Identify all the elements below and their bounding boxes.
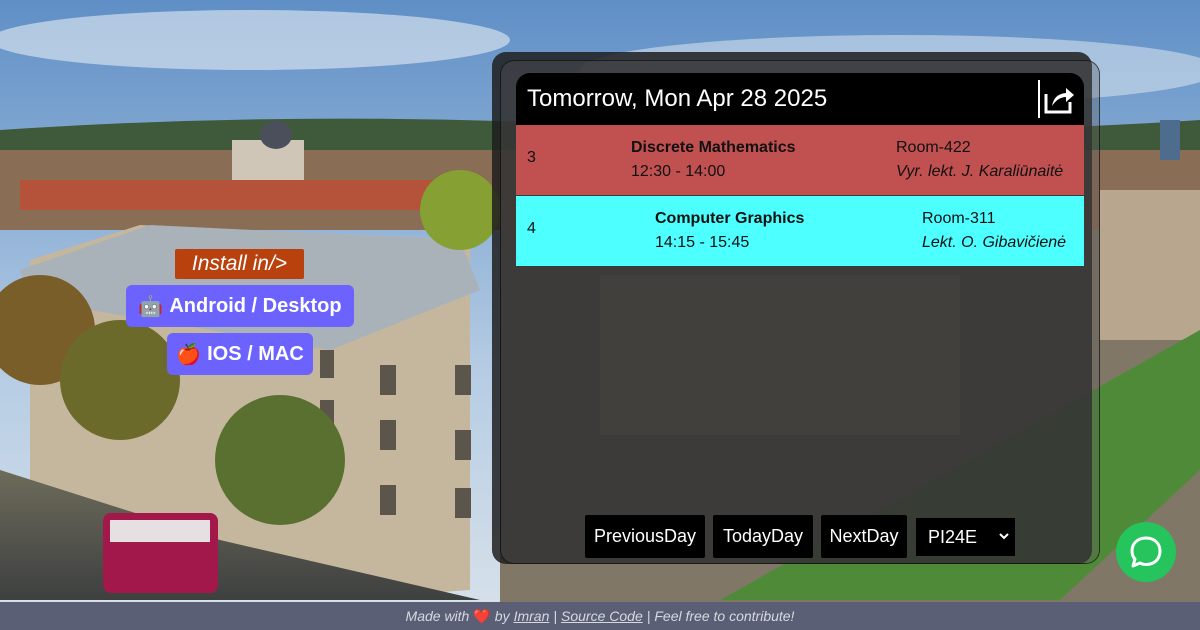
- lesson-number: 3: [527, 149, 536, 166]
- share-button[interactable]: [1038, 80, 1076, 118]
- author-link[interactable]: Imran: [514, 608, 550, 624]
- footer: Made with ❤️ by Imran | Source Code | Fe…: [0, 602, 1200, 630]
- install-ios-mac-button[interactable]: 🍎 IOS / MAC: [167, 333, 313, 375]
- footer-by: by: [494, 608, 510, 624]
- lesson-title: Discrete Mathematics: [631, 139, 796, 156]
- footer-contribute: Feel free to contribute!: [654, 608, 795, 624]
- footer-separator: |: [646, 608, 651, 624]
- lesson-teacher: Lekt. O. Gibavičienė: [922, 234, 1067, 251]
- day-title: Tomorrow, Mon Apr 28 2025: [527, 85, 828, 112]
- group-select-value: PI24E: [928, 526, 978, 547]
- chat-button[interactable]: [1116, 522, 1176, 582]
- install-ios-label: IOS / MAC: [207, 342, 304, 365]
- lesson-room: Room-311: [922, 210, 996, 227]
- lesson-row: 3 Discrete Mathematics 12:30 - 14:00 Roo…: [516, 125, 1084, 195]
- footer-separator: |: [553, 608, 558, 624]
- apple-icon: 🍎: [176, 343, 202, 366]
- previous-day-button[interactable]: PreviousDay: [585, 515, 705, 558]
- lesson-room: Room-422: [896, 139, 971, 156]
- lesson-title: Computer Graphics: [655, 210, 805, 227]
- footer-made-with: Made with: [405, 608, 470, 624]
- lesson-time: 12:30 - 14:00: [631, 163, 726, 180]
- lesson-row: 4 Computer Graphics 14:15 - 15:45 Room-3…: [516, 196, 1084, 266]
- source-code-link[interactable]: Source Code: [561, 608, 643, 624]
- schedule-header: Tomorrow, Mon Apr 28 2025: [516, 73, 1084, 125]
- install-title: Install in/>: [175, 249, 304, 279]
- lesson-time: 14:15 - 15:45: [655, 234, 750, 251]
- today-day-button[interactable]: TodayDay: [713, 515, 813, 558]
- install-android-desktop-button[interactable]: 🤖 Android / Desktop: [126, 285, 354, 327]
- lesson-number: 4: [527, 220, 536, 237]
- chat-bubble-icon: [1130, 536, 1162, 568]
- next-day-button[interactable]: NextDay: [821, 515, 907, 558]
- share-icon: [1044, 88, 1074, 114]
- heart-icon: ❤️: [473, 607, 491, 624]
- lesson-teacher: Vyr. lekt. J. Karaliūnaitė: [896, 163, 1064, 180]
- install-android-label: Android / Desktop: [169, 294, 342, 317]
- chevron-down-icon: [999, 533, 1009, 540]
- robot-icon: 🤖: [138, 295, 164, 318]
- group-select[interactable]: PI24E: [916, 518, 1015, 556]
